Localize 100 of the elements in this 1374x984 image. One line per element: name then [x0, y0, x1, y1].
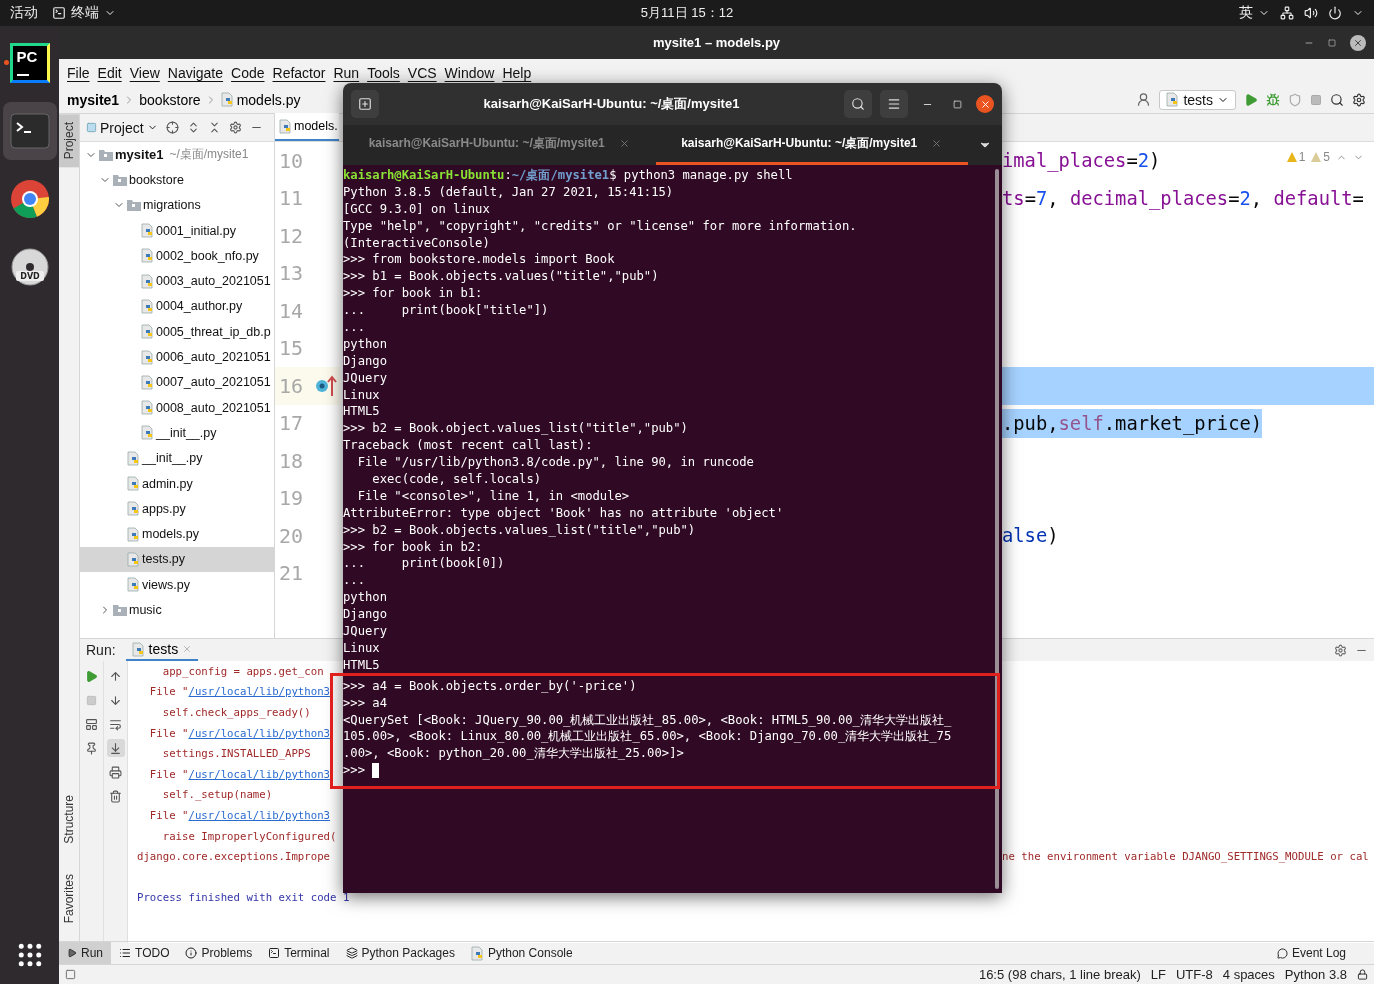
menu-item[interactable]: Edit: [93, 64, 126, 81]
network-icon[interactable]: [1280, 6, 1294, 20]
user-icon[interactable]: [1136, 92, 1152, 107]
status-item[interactable]: 16:5 (98 chars, 1 line break): [978, 967, 1141, 982]
tree-item[interactable]: 0005_threat_ip_db.p: [80, 319, 274, 345]
menu-item[interactable]: VCS: [403, 64, 441, 81]
menu-item[interactable]: Help: [498, 64, 536, 81]
tool-window-tab[interactable]: Python Packages: [337, 942, 463, 964]
menu-item[interactable]: View: [125, 64, 164, 81]
up-arrow-icon[interactable]: [109, 669, 122, 683]
tree-item[interactable]: music: [80, 597, 274, 623]
tree-item[interactable]: tests.py: [80, 546, 274, 573]
input-method-menu[interactable]: 英: [1239, 4, 1270, 22]
menu-item[interactable]: Navigate: [163, 64, 228, 81]
tree-item[interactable]: admin.py: [80, 470, 274, 497]
breadcrumb[interactable]: bookstore: [139, 91, 201, 108]
menu-item[interactable]: File: [63, 64, 94, 81]
chrome-icon[interactable]: [9, 179, 50, 219]
maximize-icon[interactable]: [952, 99, 962, 109]
tree-item[interactable]: 0001_initial.py: [80, 217, 274, 244]
settings-icon[interactable]: [1352, 92, 1366, 107]
tree-item[interactable]: mysite1 ~/桌面/mysite1: [80, 142, 274, 168]
close-icon[interactable]: [931, 138, 943, 149]
tree-item[interactable]: 0003_auto_2021051: [80, 268, 274, 294]
status-square-icon[interactable]: [65, 969, 76, 980]
volume-icon[interactable]: [1304, 6, 1318, 20]
side-tab[interactable]: Structure: [59, 786, 79, 852]
event-log-tab[interactable]: Event Log: [1268, 942, 1354, 964]
menu-button[interactable]: [880, 90, 908, 118]
tree-item[interactable]: bookstore: [80, 167, 274, 193]
tool-window-tab[interactable]: Problems: [177, 942, 261, 964]
file-link[interactable]: /usr/local/lib/python3: [188, 808, 331, 822]
override-marker-icon[interactable]: [315, 373, 337, 398]
rerun-icon[interactable]: [85, 669, 98, 683]
status-item[interactable]: LF: [1150, 967, 1166, 982]
power-icon[interactable]: [1328, 6, 1342, 20]
warning-count[interactable]: 1: [1286, 150, 1306, 164]
pycharm-logo[interactable]: PC: [9, 43, 50, 83]
terminal-tab[interactable]: kaisarh@KaiSarH-Ubuntu: ~/桌面/mysite1: [343, 125, 656, 165]
debug-icon[interactable]: [1266, 92, 1280, 107]
tree-item[interactable]: __init__.py: [80, 445, 274, 471]
soft-wrap-icon[interactable]: [109, 717, 122, 731]
new-tab-icon[interactable]: [358, 97, 372, 111]
lock-icon[interactable]: [1357, 969, 1368, 980]
tree-item[interactable]: apps.py: [80, 496, 274, 522]
print-icon[interactable]: [109, 765, 122, 779]
terminal-app-icon[interactable]: [9, 113, 50, 149]
run-config-dropdown[interactable]: tests: [1159, 89, 1236, 110]
tree-item[interactable]: __init__.py: [80, 420, 274, 446]
event-log-icon[interactable]: [1276, 947, 1288, 959]
tree-item[interactable]: migrations: [80, 192, 274, 218]
settings-icon[interactable]: [228, 121, 242, 134]
new-tab-button[interactable]: [351, 90, 379, 118]
locate-icon[interactable]: [165, 121, 179, 134]
status-item[interactable]: 4 spaces: [1222, 967, 1275, 982]
tree-item[interactable]: 0008_auto_2021051: [80, 394, 274, 421]
breadcrumb[interactable]: models.py: [220, 91, 301, 108]
down-arrow-icon[interactable]: [109, 693, 122, 707]
menu-item[interactable]: Refactor: [268, 64, 330, 81]
tree-item[interactable]: 0006_auto_2021051: [80, 344, 274, 370]
tree-item[interactable]: models.py: [80, 521, 274, 547]
status-item[interactable]: Python 3.8: [1284, 967, 1347, 982]
pin-icon[interactable]: [85, 741, 98, 755]
menu-icon[interactable]: [887, 97, 901, 111]
dock-item[interactable]: DVD: [2, 238, 57, 296]
menu-item[interactable]: Window: [440, 64, 499, 81]
maximize-icon[interactable]: [1328, 38, 1336, 47]
close-icon[interactable]: [618, 138, 630, 149]
menu-item[interactable]: Tools: [363, 64, 404, 81]
search-button[interactable]: [844, 90, 872, 118]
weak-warning-count[interactable]: 5: [1311, 150, 1330, 164]
tree-item[interactable]: 0004_author.py: [80, 293, 274, 320]
run-icon[interactable]: [1244, 92, 1258, 107]
file-link[interactable]: /usr/local/lib/python3: [188, 726, 331, 740]
tree-item[interactable]: 0007_auto_2021051: [80, 369, 274, 395]
search-icon[interactable]: [851, 97, 865, 111]
side-tab[interactable]: Favorites: [59, 865, 79, 931]
status-item[interactable]: UTF-8: [1175, 967, 1213, 982]
trash-icon[interactable]: [109, 789, 122, 803]
activities-button[interactable]: 活动: [10, 4, 38, 22]
tool-window-tab[interactable]: Terminal: [260, 942, 338, 964]
tool-window-tab[interactable]: Run: [59, 942, 111, 964]
tree-item[interactable]: views.py: [80, 572, 274, 598]
menu-item[interactable]: Run: [329, 64, 364, 81]
clock[interactable]: 5月11日 15：12: [640, 4, 734, 22]
file-link[interactable]: /usr/local/lib/python3: [188, 767, 331, 781]
breadcrumb[interactable]: mysite1: [67, 91, 120, 108]
app-menu[interactable]: 终端: [52, 4, 116, 22]
dock-item[interactable]: PC: [2, 34, 57, 92]
process-tab[interactable]: tests: [125, 639, 199, 661]
layout-icon[interactable]: [85, 717, 98, 731]
file-link[interactable]: /usr/local/lib/python3: [188, 685, 331, 699]
menu-item[interactable]: Code: [227, 64, 269, 81]
tree-item[interactable]: 0002_book_nfo.py: [80, 243, 274, 269]
tool-window-tab[interactable]: TODO: [111, 942, 178, 964]
search-icon[interactable]: [1330, 92, 1344, 107]
dvd-icon[interactable]: DVD: [9, 247, 50, 287]
scrollbar[interactable]: [995, 169, 999, 889]
side-tab[interactable]: Project: [59, 114, 79, 168]
tool-window-tab[interactable]: Python Console: [462, 942, 581, 964]
